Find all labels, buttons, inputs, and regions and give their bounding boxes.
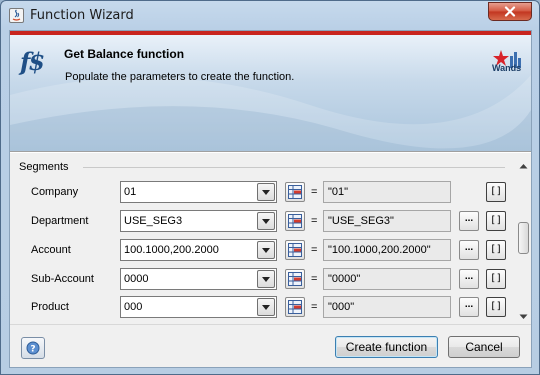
close-icon: [504, 6, 516, 17]
segment-label: Account: [31, 244, 71, 256]
segment-result: "USE_SEG3": [323, 210, 451, 232]
function-icon: f$: [20, 47, 45, 76]
segment-result-text: "000": [328, 301, 355, 313]
segment-row: Sub-Account 0000 = "0000"... []: [10, 268, 515, 292]
segment-bracket-button[interactable]: []: [486, 182, 506, 202]
segment-label: Sub-Account: [31, 273, 94, 285]
segment-label: Product: [31, 301, 69, 313]
segment-value[interactable]: 100.1000,200.2000: [124, 244, 219, 256]
segment-combo[interactable]: USE_SEG3: [120, 210, 277, 232]
segment-value[interactable]: 0000: [124, 273, 148, 285]
segment-result-text: "USE_SEG3": [328, 215, 394, 227]
java-app-icon: [9, 8, 24, 23]
help-icon: ?: [26, 341, 40, 355]
segment-browse-button[interactable]: ...: [459, 240, 479, 260]
segment-value[interactable]: USE_SEG3: [124, 215, 182, 227]
grid-picker-icon: [288, 185, 302, 199]
header-divider: [10, 151, 531, 153]
segment-result: "01": [323, 181, 451, 203]
segment-label: Company: [31, 186, 79, 198]
equals-sign: =: [311, 301, 318, 313]
grid-picker-icon: [288, 243, 302, 257]
segments-label: Segments: [19, 161, 69, 173]
dialog-body: f$ Get Balance function Populate the par…: [9, 30, 532, 368]
segment-browse-button[interactable]: ...: [459, 297, 479, 317]
scroll-down-arrow-icon[interactable]: [519, 312, 528, 322]
grid-picker-icon: [288, 214, 302, 228]
dropdown-button[interactable]: [257, 212, 275, 230]
segment-picker-button[interactable]: [285, 269, 305, 289]
dropdown-button[interactable]: [257, 270, 275, 288]
segment-combo[interactable]: 000: [120, 296, 277, 318]
svg-text:?: ?: [30, 345, 35, 355]
close-button[interactable]: [488, 2, 532, 21]
segment-row: Account 100.1000,200.2000 = "100.1000,200.2…: [10, 239, 515, 263]
segment-result: "100.1000,200.2000": [323, 239, 451, 261]
function-wizard-window: Function Wizard f$ Get Balance function …: [0, 0, 540, 375]
segment-result-text: "0000": [328, 273, 361, 285]
wands-logo-text: Wands: [492, 63, 522, 73]
dropdown-button[interactable]: [257, 298, 275, 316]
segment-row: Company 01 = "01" []: [10, 181, 515, 205]
segment-combo[interactable]: 0000: [120, 268, 277, 290]
header-subtitle: Populate the parameters to create the fu…: [65, 71, 295, 83]
equals-sign: =: [311, 244, 318, 256]
segment-bracket-button[interactable]: []: [486, 240, 506, 260]
segment-value[interactable]: 000: [124, 301, 142, 313]
segment-result-text: "100.1000,200.2000": [328, 244, 431, 256]
chevron-down-icon: [262, 189, 270, 195]
segments-scrollbar[interactable]: [517, 156, 530, 322]
segment-picker-button[interactable]: [285, 211, 305, 231]
scrollbar-thumb[interactable]: [518, 222, 529, 254]
help-button[interactable]: ?: [21, 337, 45, 359]
scroll-up-arrow-icon[interactable]: [519, 161, 528, 171]
title-bar[interactable]: Function Wizard: [1, 1, 539, 30]
create-function-button[interactable]: Create function: [335, 336, 438, 358]
segments-separator: [83, 167, 505, 168]
segment-combo[interactable]: 100.1000,200.2000: [120, 239, 277, 261]
equals-sign: =: [311, 186, 318, 198]
segment-combo[interactable]: 01: [120, 181, 277, 203]
header-banner: f$ Get Balance function Populate the par…: [10, 31, 531, 151]
grid-picker-icon: [288, 272, 302, 286]
segment-row: Product 000 = "000"... []: [10, 296, 515, 320]
segments-panel: Segments Company 01 = "01" [] Department USE_S…: [10, 154, 531, 324]
segment-result: "000": [323, 296, 451, 318]
segment-row: Department USE_SEG3 = "USE_SEG3"... []: [10, 210, 515, 234]
segment-picker-button[interactable]: [285, 182, 305, 202]
segment-result-text: "01": [328, 186, 349, 198]
segment-value[interactable]: 01: [124, 186, 136, 198]
segment-picker-button[interactable]: [285, 297, 305, 317]
grid-picker-icon: [288, 300, 302, 314]
chevron-down-icon: [262, 304, 270, 310]
chevron-down-icon: [262, 218, 270, 224]
segment-browse-button[interactable]: ...: [459, 269, 479, 289]
equals-sign: =: [311, 273, 318, 285]
dropdown-button[interactable]: [257, 241, 275, 259]
segment-result: "0000": [323, 268, 451, 290]
equals-sign: =: [311, 215, 318, 227]
footer-separator: [10, 324, 531, 325]
segment-bracket-button[interactable]: []: [486, 211, 506, 231]
chevron-down-icon: [262, 247, 270, 253]
dropdown-button[interactable]: [257, 183, 275, 201]
segment-bracket-button[interactable]: []: [486, 269, 506, 289]
chevron-down-icon: [262, 276, 270, 282]
segment-browse-button[interactable]: ...: [459, 211, 479, 231]
segment-picker-button[interactable]: [285, 240, 305, 260]
window-title: Function Wizard: [30, 8, 134, 23]
header-title: Get Balance function: [64, 47, 185, 61]
segment-bracket-button[interactable]: []: [486, 297, 506, 317]
segment-label: Department: [31, 215, 89, 227]
cancel-button[interactable]: Cancel: [448, 336, 520, 358]
